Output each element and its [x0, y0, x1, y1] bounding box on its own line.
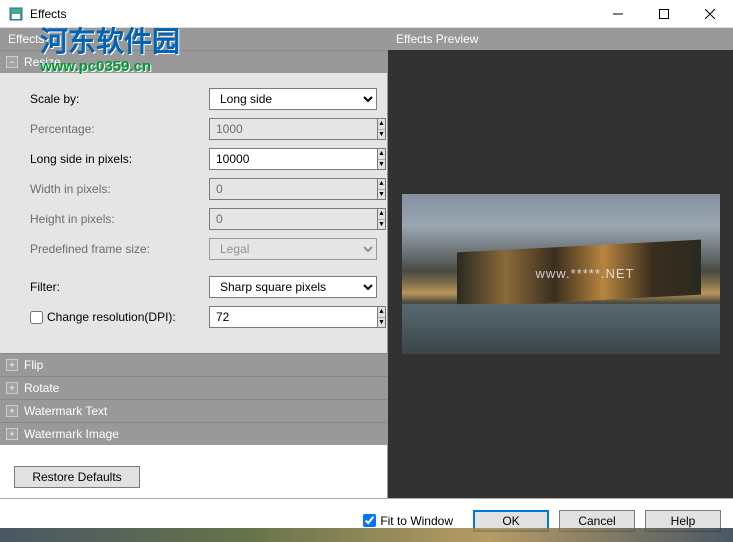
rotate-header-label: Rotate: [24, 381, 59, 395]
height-input: [209, 208, 377, 230]
preview-panel-title: Effects Preview: [388, 28, 733, 50]
close-button[interactable]: [687, 0, 733, 28]
height-spinner: ▲▼: [209, 208, 377, 230]
filter-select[interactable]: Sharp square pixels: [209, 276, 377, 298]
flip-header-label: Flip: [24, 358, 43, 372]
long-side-label: Long side in pixels:: [10, 152, 209, 166]
dpi-input[interactable]: [209, 306, 377, 328]
predefined-select: Legal: [209, 238, 377, 260]
fit-to-window-checkbox[interactable]: [363, 514, 376, 527]
spin-down-icon: ▼: [378, 190, 385, 200]
fit-to-window-label: Fit to Window: [380, 514, 453, 528]
maximize-button[interactable]: [641, 0, 687, 28]
collapse-icon: −: [6, 56, 18, 68]
dpi-checkbox[interactable]: [30, 311, 43, 324]
rotate-header[interactable]: + Rotate: [0, 376, 387, 399]
scale-by-label: Scale by:: [10, 92, 209, 106]
spin-up-icon[interactable]: ▲: [378, 149, 385, 160]
spin-down-icon[interactable]: ▼: [378, 160, 385, 170]
decorative-bottom-strip: [0, 528, 733, 542]
effects-panel-title: Effects: [0, 28, 387, 50]
spin-up-icon: ▲: [378, 119, 385, 130]
preview-area: www.*****.NET: [388, 50, 733, 498]
predefined-label: Predefined frame size:: [10, 242, 209, 256]
spin-up-icon: ▲: [378, 179, 385, 190]
resize-body: Scale by: Long side Percentage: ▲▼ Long …: [0, 73, 387, 353]
right-panel: Effects Preview www.*****.NET: [388, 28, 733, 498]
width-label: Width in pixels:: [10, 182, 209, 196]
dpi-label: Change resolution(DPI):: [47, 310, 176, 324]
expand-icon: +: [6, 359, 18, 371]
watermark-text-header-label: Watermark Text: [24, 404, 107, 418]
flip-header[interactable]: + Flip: [0, 353, 387, 376]
width-input: [209, 178, 377, 200]
long-side-spinner[interactable]: ▲▼: [209, 148, 377, 170]
spin-down-icon: ▼: [378, 130, 385, 140]
app-icon: [8, 6, 24, 22]
spin-down-icon: ▼: [378, 220, 385, 230]
expand-icon: +: [6, 428, 18, 440]
long-side-input[interactable]: [209, 148, 377, 170]
preview-image-watermark: www.*****.NET: [536, 266, 635, 281]
watermark-image-header-label: Watermark Image: [24, 427, 119, 441]
titlebar: Effects: [0, 0, 733, 28]
fit-to-window-control[interactable]: Fit to Window: [363, 514, 453, 528]
watermark-image-header[interactable]: + Watermark Image: [0, 422, 387, 445]
spin-up-icon[interactable]: ▲: [378, 307, 385, 318]
spin-up-icon: ▲: [378, 209, 385, 220]
resize-header[interactable]: − Resize: [0, 50, 387, 73]
restore-defaults-button[interactable]: Restore Defaults: [14, 466, 140, 488]
resize-header-label: Resize: [24, 55, 61, 69]
spin-down-icon[interactable]: ▼: [378, 318, 385, 328]
filter-label: Filter:: [10, 280, 209, 294]
percentage-spinner: ▲▼: [209, 118, 377, 140]
window-title: Effects: [30, 7, 595, 21]
dpi-spinner[interactable]: ▲▼: [209, 306, 377, 328]
width-spinner: ▲▼: [209, 178, 377, 200]
expand-icon: +: [6, 405, 18, 417]
height-label: Height in pixels:: [10, 212, 209, 226]
percentage-label: Percentage:: [10, 122, 209, 136]
preview-image: www.*****.NET: [402, 194, 720, 354]
expand-icon: +: [6, 382, 18, 394]
percentage-input: [209, 118, 377, 140]
left-panel: Effects − Resize Scale by: Long side Per…: [0, 28, 388, 498]
scale-by-select[interactable]: Long side: [209, 88, 377, 110]
minimize-button[interactable]: [595, 0, 641, 28]
watermark-text-header[interactable]: + Watermark Text: [0, 399, 387, 422]
